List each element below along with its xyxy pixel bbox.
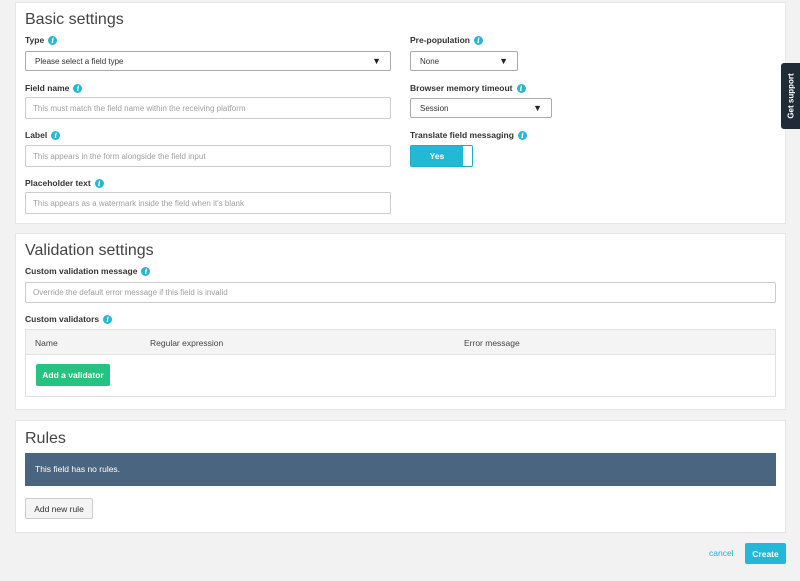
rules-title: Rules [25, 430, 66, 447]
no-rules-notice: This field has no rules. [25, 453, 776, 486]
translate-label: Translate field messaging i [410, 130, 527, 140]
validators-table-header: Name Regular expression Error message [25, 329, 776, 355]
custom-validators-label: Custom validators i [25, 314, 113, 324]
field-name-label: Field name i [25, 83, 83, 93]
column-error-message: Error message [464, 338, 520, 348]
field-name-input[interactable] [25, 97, 391, 119]
column-regular-expression: Regular expression [150, 338, 224, 348]
prepopulation-select-value: None [420, 56, 440, 66]
info-icon[interactable]: i [103, 314, 113, 324]
info-icon[interactable]: i [73, 83, 83, 93]
validation-message-input[interactable] [25, 282, 776, 303]
prepopulation-select[interactable]: None ▼ [410, 51, 518, 71]
info-icon[interactable]: i [516, 83, 526, 93]
memory-timeout-label: Browser memory timeout i [410, 83, 526, 93]
get-support-label: Get support [786, 73, 795, 119]
info-icon[interactable]: i [141, 266, 151, 276]
info-icon[interactable]: i [94, 178, 104, 188]
chevron-down-icon: ▼ [372, 56, 381, 66]
type-select[interactable]: Please select a field type ▼ [25, 51, 391, 71]
label-label: Label i [25, 130, 61, 140]
type-select-value: Please select a field type [35, 56, 124, 66]
prepopulation-label: Pre-population i [410, 35, 483, 45]
translate-toggle[interactable]: Yes [410, 145, 473, 167]
placeholder-text-label: Placeholder text i [25, 178, 104, 188]
add-new-rule-button[interactable]: Add new rule [25, 498, 93, 519]
type-label: Type i [25, 35, 58, 45]
placeholder-text-input[interactable] [25, 192, 391, 214]
add-validator-button[interactable]: Add a validator [36, 364, 110, 386]
basic-settings-title: Basic settings [25, 11, 124, 28]
memory-timeout-select-value: Session [420, 103, 449, 113]
cancel-link[interactable]: cancel [709, 548, 734, 558]
column-name: Name [35, 338, 58, 348]
validation-settings-title: Validation settings [25, 242, 154, 259]
label-input[interactable] [25, 145, 391, 167]
create-button[interactable]: Create [745, 543, 786, 564]
translate-toggle-value: Yes [411, 146, 463, 166]
info-icon[interactable]: i [48, 35, 58, 45]
rules-panel: Rules This field has no rules. Add new r… [15, 420, 786, 533]
get-support-tab[interactable]: Get support [781, 63, 800, 129]
validators-table-body: Add a validator [25, 355, 776, 397]
chevron-down-icon: ▼ [499, 56, 508, 66]
info-icon[interactable]: i [473, 35, 483, 45]
validation-settings-panel: Validation settings Custom validation me… [15, 233, 786, 410]
info-icon[interactable]: i [51, 130, 61, 140]
validation-message-label: Custom validation message i [25, 266, 151, 276]
info-icon[interactable]: i [517, 130, 527, 140]
basic-settings-panel: Basic settings Type i Please select a fi… [15, 2, 786, 224]
chevron-down-icon: ▼ [533, 103, 542, 113]
memory-timeout-select[interactable]: Session ▼ [410, 98, 552, 118]
